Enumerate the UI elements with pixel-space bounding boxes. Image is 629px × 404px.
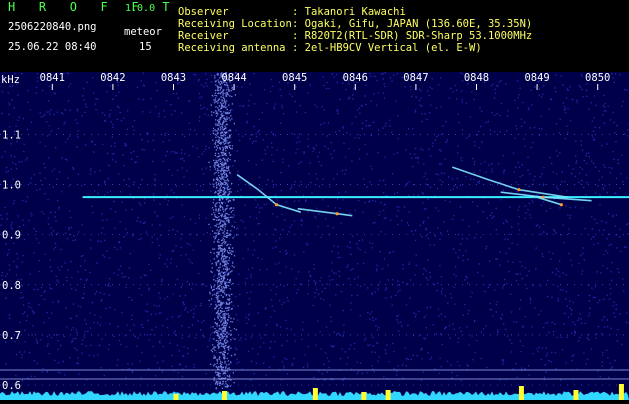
info-label-antenna: Receiving antenna [178,42,286,54]
x-tick-label-7: 0848 [464,72,489,84]
y-tick-label-2: 0.9 [2,230,21,242]
x-tick-label-1: 0842 [100,72,125,84]
plot-background [0,72,629,400]
info-label-location: Receiving Location [178,18,292,30]
header-panel: H R O F F T 1.0.0 2506220840.png meteor … [0,0,629,72]
y-tick-label-1: 1.0 [2,180,21,192]
file-name: 2506220840.png [8,21,97,33]
x-tick-label-3: 0844 [221,72,246,84]
meteor-echo-head-0 [274,203,279,207]
meteor-count: 15 [139,41,152,53]
meteor-echo-head-2 [517,188,521,192]
info-value-antenna: : 2el-HB9CV Vertical (el. E-W) [292,42,482,54]
spectrogram-plot: kHz 0841 0842 0843 0844 0845 0846 0847 0848 0849… [0,72,629,400]
info-value-location: : Ogaki, Gifu, JAPAN (136.60E, 35.35N) [292,18,533,30]
meteor-label: meteor [124,26,162,38]
spectrogram-svg: kHz 0841 0842 0843 0844 0845 0846 0847 0848 0849… [0,72,629,400]
info-value-receiver: : R820T2(RTL-SDR) SDR-Sharp 53.1000MHz [292,30,533,42]
y-tick-label-4: 0.7 [2,330,21,342]
detection-bar-4 [573,390,579,400]
x-tick-label-0: 0841 [40,72,65,84]
detection-bar-1 [361,392,367,400]
info-label-receiver: Receiver [178,30,229,42]
detection-bar-0 [312,388,318,400]
x-tick-label-4: 0845 [282,72,307,84]
x-tick-label-8: 0849 [524,72,549,84]
x-tick-label-5: 0846 [343,72,368,84]
y-axis-label: kHz [1,74,20,86]
y-tick-label-3: 0.8 [2,280,21,292]
meteor-echo-head-1 [335,212,339,216]
info-label-observer: Observer [178,6,229,18]
detection-bar-2 [385,390,391,400]
y-tick-label-0: 1.1 [2,130,21,142]
x-tick-label-6: 0847 [403,72,428,84]
detection-bar-6 [173,394,179,400]
app-version: 1.0.0 [125,3,156,14]
info-value-observer: : Takanori Kawachi [292,6,406,18]
date-time: 25.06.22 08:40 [8,41,97,53]
y-tick-label-5: 0.6 [2,380,21,392]
detection-bar-3 [518,386,524,400]
meteor-echo-head-4 [559,203,563,207]
x-tick-label-9: 0850 [585,72,610,84]
x-tick-label-2: 0843 [161,72,186,84]
detection-bar-7 [221,391,227,400]
detection-bar-5 [618,384,624,400]
